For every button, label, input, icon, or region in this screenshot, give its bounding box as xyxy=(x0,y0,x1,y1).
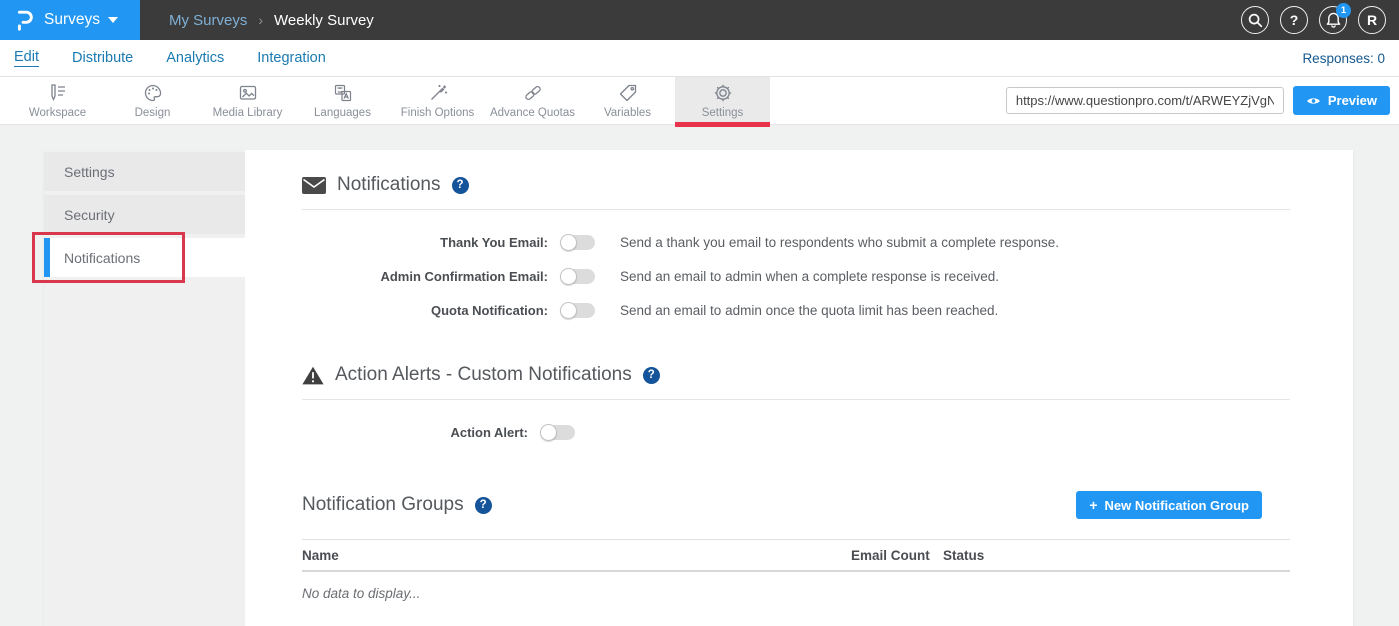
settings-sidebar: Settings Security Notifications xyxy=(44,150,245,626)
notifications-button[interactable]: 1 xyxy=(1319,6,1347,34)
toolbar-item-settings[interactable]: Settings xyxy=(675,77,770,124)
workspace-icon xyxy=(47,82,69,104)
section-notification-groups: Notification Groups ? + New Notification… xyxy=(302,491,1290,601)
responses-count: Responses: 0 xyxy=(1302,51,1399,66)
breadcrumb-separator: › xyxy=(258,12,263,28)
product-switcher[interactable]: Surveys xyxy=(0,0,140,40)
envelope-icon xyxy=(302,177,326,194)
breadcrumb: My Surveys › Weekly Survey xyxy=(169,12,374,29)
toolbar-item-languages[interactable]: Languages xyxy=(295,77,390,124)
section-action-alerts: Action Alerts - Custom Notifications ? A… xyxy=(302,364,1290,449)
tab-analytics[interactable]: Analytics xyxy=(166,50,224,67)
table-header-status: Status xyxy=(943,548,1290,563)
action-alert-toggle[interactable] xyxy=(541,425,575,440)
section-notifications: Notifications ? Thank You Email: Send a … xyxy=(302,174,1290,327)
new-notification-group-button[interactable]: + New Notification Group xyxy=(1076,491,1262,519)
finish-options-wand-icon xyxy=(427,82,449,104)
section-title-notifications: Notifications xyxy=(337,174,441,196)
breadcrumb-parent-link[interactable]: My Surveys xyxy=(169,12,247,29)
notification-groups-table: Name Email Count Status No data to displ… xyxy=(302,539,1290,601)
toolbar-item-advance-quotas[interactable]: Advance Quotas xyxy=(485,77,580,124)
table-header-row: Name Email Count Status xyxy=(302,539,1290,572)
admin-confirmation-email-toggle[interactable] xyxy=(561,269,595,284)
notification-badge: 1 xyxy=(1336,3,1351,18)
toolbar-item-variables[interactable]: Variables xyxy=(580,77,675,124)
edit-toolbar: Workspace Design Media Library Languages xyxy=(0,77,1399,125)
toolbar-item-design[interactable]: Design xyxy=(105,77,200,124)
notifications-help-icon[interactable]: ? xyxy=(452,177,469,194)
survey-nav: Edit Distribute Analytics Integration Re… xyxy=(0,40,1399,77)
settings-panel: Settings Security Notifications Notifica… xyxy=(44,150,1353,626)
toggle-row-action-alert: Action Alert: xyxy=(302,415,1290,449)
media-library-icon xyxy=(237,82,259,104)
sidebar-item-settings[interactable]: Settings xyxy=(44,152,245,191)
help-button[interactable]: ? xyxy=(1280,6,1308,34)
toolbar-item-workspace[interactable]: Workspace xyxy=(10,77,105,124)
survey-url-input[interactable] xyxy=(1006,87,1284,114)
section-divider xyxy=(302,399,1290,400)
workarea: Settings Security Notifications Notifica… xyxy=(0,125,1399,626)
avatar-initial: R xyxy=(1367,12,1377,28)
tab-distribute[interactable]: Distribute xyxy=(72,50,133,67)
product-label: Surveys xyxy=(44,11,100,29)
chevron-down-icon xyxy=(108,17,118,23)
variables-tag-icon xyxy=(617,82,639,104)
table-header-name: Name xyxy=(302,548,851,563)
questionpro-logo xyxy=(13,8,35,32)
warning-triangle-icon xyxy=(302,366,324,385)
toolbar-item-finish-options[interactable]: Finish Options xyxy=(390,77,485,124)
action-alerts-help-icon[interactable]: ? xyxy=(643,367,660,384)
sidebar-item-security[interactable]: Security xyxy=(44,195,245,234)
notifications-content: Notifications ? Thank You Email: Send a … xyxy=(245,150,1353,626)
search-icon xyxy=(1248,13,1263,28)
preview-button[interactable]: Preview xyxy=(1293,86,1390,115)
tab-edit[interactable]: Edit xyxy=(14,49,39,67)
thank-you-email-toggle[interactable] xyxy=(561,235,595,250)
design-palette-icon xyxy=(142,82,164,104)
section-title-notification-groups: Notification Groups xyxy=(302,494,464,516)
header-actions: ? 1 R xyxy=(1241,6,1399,34)
toggle-row-admin-confirmation-email: Admin Confirmation Email: Send an email … xyxy=(302,259,1290,293)
settings-gear-icon xyxy=(712,82,734,104)
annotation-red-underline xyxy=(675,122,770,127)
plus-icon: + xyxy=(1089,497,1097,513)
table-header-email-count: Email Count xyxy=(851,548,943,563)
toolbar-item-media-library[interactable]: Media Library xyxy=(200,77,295,124)
toggle-row-thank-you-email: Thank You Email: Send a thank you email … xyxy=(302,225,1290,259)
notification-groups-help-icon[interactable]: ? xyxy=(475,497,492,514)
avatar[interactable]: R xyxy=(1358,6,1386,34)
tab-integration[interactable]: Integration xyxy=(257,50,326,67)
table-empty-message: No data to display... xyxy=(302,586,1290,601)
section-divider xyxy=(302,209,1290,210)
languages-icon xyxy=(332,82,354,104)
section-title-action-alerts: Action Alerts - Custom Notifications xyxy=(335,364,632,386)
eye-icon xyxy=(1306,96,1321,106)
breadcrumb-current: Weekly Survey xyxy=(274,12,374,29)
advance-quotas-link-icon xyxy=(522,82,544,104)
help-icon: ? xyxy=(1290,12,1299,28)
toggle-row-quota-notification: Quota Notification: Send an email to adm… xyxy=(302,293,1290,327)
search-button[interactable] xyxy=(1241,6,1269,34)
top-header: Surveys My Surveys › Weekly Survey ? 1 R xyxy=(0,0,1399,40)
sidebar-item-notifications[interactable]: Notifications xyxy=(44,238,245,277)
toolbar-right: Preview xyxy=(1006,77,1399,124)
quota-notification-toggle[interactable] xyxy=(561,303,595,318)
